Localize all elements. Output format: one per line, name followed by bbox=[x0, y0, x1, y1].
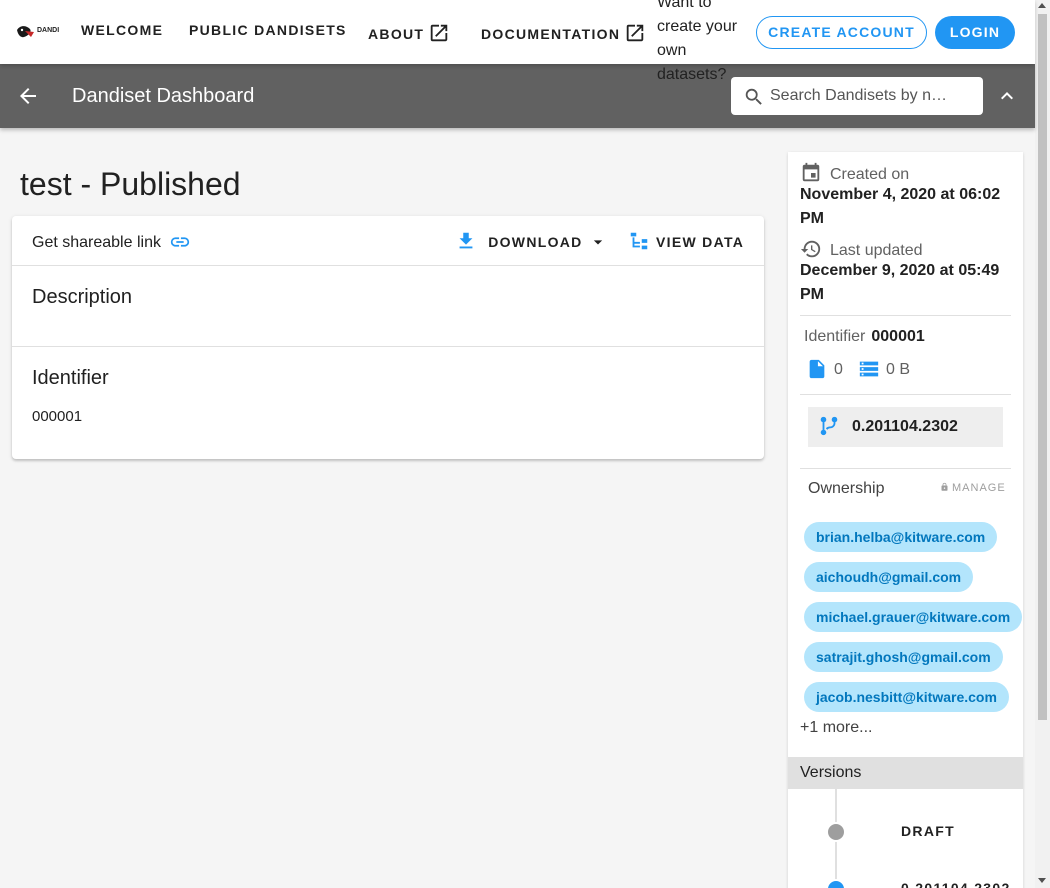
owner-chip[interactable]: brian.helba@kitware.com bbox=[804, 522, 998, 552]
published-version-dot bbox=[826, 879, 846, 888]
toolbar-title: Dandiset Dashboard bbox=[72, 85, 255, 107]
search-icon bbox=[745, 88, 762, 105]
nav-about-label: About bbox=[368, 26, 425, 42]
identifier-section: Identifier 000001 bbox=[12, 347, 764, 445]
owner-chip[interactable]: jacob.nesbitt@kitware.com bbox=[804, 682, 1009, 712]
search-input[interactable]: Search Dandisets by name bbox=[731, 77, 983, 115]
draft-version-dot bbox=[826, 822, 846, 842]
updated-row: Last updated bbox=[800, 238, 923, 260]
updated-label: Last updated bbox=[830, 242, 923, 259]
identifier-heading: Identifier bbox=[32, 367, 109, 389]
scroll-thumb[interactable] bbox=[1038, 14, 1047, 720]
updated-value: December 9, 2020 at 05:49 PM bbox=[800, 262, 1000, 303]
page-scrollbar[interactable] bbox=[1035, 0, 1050, 888]
share-link-button[interactable]: Get shareable link bbox=[32, 231, 191, 253]
download-icon bbox=[459, 232, 473, 249]
chevron-up-icon[interactable] bbox=[995, 84, 1019, 108]
file-tree-icon bbox=[630, 232, 648, 250]
card-actions: Get shareable link DOWNLOAD VIEW DATA bbox=[12, 216, 764, 266]
file-count-value: 0 bbox=[834, 361, 843, 378]
description-section: Description bbox=[12, 266, 764, 347]
dandiset-card: Get shareable link DOWNLOAD VIEW DATA De… bbox=[12, 216, 764, 459]
created-label: Created on bbox=[830, 166, 910, 183]
owner-chip[interactable]: michael.grauer@kitware.com bbox=[804, 602, 1023, 632]
logo-text: DANDI bbox=[37, 27, 60, 34]
file-count-stat: 0 bbox=[806, 358, 843, 380]
nav-documentation[interactable]: Documentation bbox=[481, 22, 646, 44]
login-button[interactable]: LOGIN bbox=[935, 16, 1015, 49]
divider bbox=[800, 468, 1011, 469]
current-version-value: 0.201104.2302 bbox=[852, 418, 958, 435]
description-heading: Description bbox=[32, 286, 133, 308]
file-icon bbox=[809, 359, 825, 379]
more-owners-link[interactable]: +1 more... bbox=[800, 719, 872, 737]
version-item-published[interactable]: 0.201104.2302 bbox=[901, 880, 1011, 888]
side-identifier: Identifier 000001 bbox=[804, 328, 925, 346]
nav-welcome-label: Welcome bbox=[81, 22, 164, 38]
manage-label: MANAGE bbox=[952, 482, 1006, 494]
storage-icon bbox=[859, 361, 879, 377]
scroll-down-arrow[interactable] bbox=[1038, 878, 1046, 883]
page-title: test - Published bbox=[20, 166, 241, 202]
create-account-button[interactable]: CREATE ACCOUNT bbox=[756, 16, 927, 49]
owner-chip[interactable]: satrajit.ghosh@gmail.com bbox=[804, 642, 1003, 672]
divider bbox=[800, 394, 1011, 395]
owner-chip[interactable]: aichoudh@gmail.com bbox=[804, 562, 974, 592]
lock-icon bbox=[941, 482, 948, 491]
arrow-back-icon[interactable] bbox=[16, 84, 40, 108]
identifier-value: 000001 bbox=[32, 408, 83, 425]
size-value: 0 B bbox=[886, 361, 911, 378]
created-value: November 4, 2020 at 06:02 PM bbox=[800, 186, 1001, 227]
download-button[interactable]: DOWNLOAD bbox=[455, 230, 608, 252]
nav-documentation-label: Documentation bbox=[481, 26, 621, 42]
open-in-new-icon bbox=[431, 24, 448, 42]
size-stat: 0 B bbox=[858, 358, 910, 380]
download-label: DOWNLOAD bbox=[488, 234, 583, 250]
side-identifier-value: 000001 bbox=[871, 328, 925, 345]
dandiset-side-panel: Created on November 4, 2020 at 06:02 PM … bbox=[788, 152, 1023, 888]
view-data-label: VIEW DATA bbox=[656, 234, 745, 250]
versions-heading: Versions bbox=[788, 757, 1023, 789]
dashboard-toolbar: Dandiset Dashboard Search Dandisets by n… bbox=[0, 64, 1035, 128]
nav-welcome[interactable]: Welcome bbox=[81, 22, 163, 38]
ownership-heading: Ownership bbox=[808, 480, 885, 497]
manage-owners-button[interactable]: MANAGE bbox=[940, 482, 1006, 494]
link-icon bbox=[171, 237, 190, 247]
nav-about[interactable]: About bbox=[368, 22, 450, 44]
scroll-up-arrow[interactable] bbox=[1038, 3, 1046, 8]
view-data-button[interactable]: VIEW DATA bbox=[628, 230, 744, 252]
version-item-draft[interactable]: DRAFT bbox=[901, 823, 955, 839]
top-app-bar: DANDI Welcome Public Dandisets About Doc… bbox=[0, 0, 1035, 83]
search-placeholder: Search Dandisets by name bbox=[770, 87, 950, 104]
current-version-badge: 0.201104.2302 bbox=[808, 407, 1003, 447]
nav-public-dandisets-label: Public Dandisets bbox=[189, 22, 347, 38]
caret-down-icon bbox=[593, 240, 602, 245]
calendar-icon bbox=[802, 162, 820, 182]
share-link-label: Get shareable link bbox=[32, 234, 161, 251]
divider bbox=[800, 315, 1011, 316]
create-datasets-prompt: Want to create your own datasets? bbox=[657, 0, 738, 83]
open-in-new-icon bbox=[627, 24, 644, 42]
nav-public-dandisets[interactable]: Public Dandisets bbox=[189, 22, 347, 38]
side-identifier-label: Identifier bbox=[804, 328, 866, 345]
created-row: Created on bbox=[800, 162, 909, 184]
source-branch-icon bbox=[820, 416, 838, 436]
history-icon bbox=[800, 240, 821, 258]
